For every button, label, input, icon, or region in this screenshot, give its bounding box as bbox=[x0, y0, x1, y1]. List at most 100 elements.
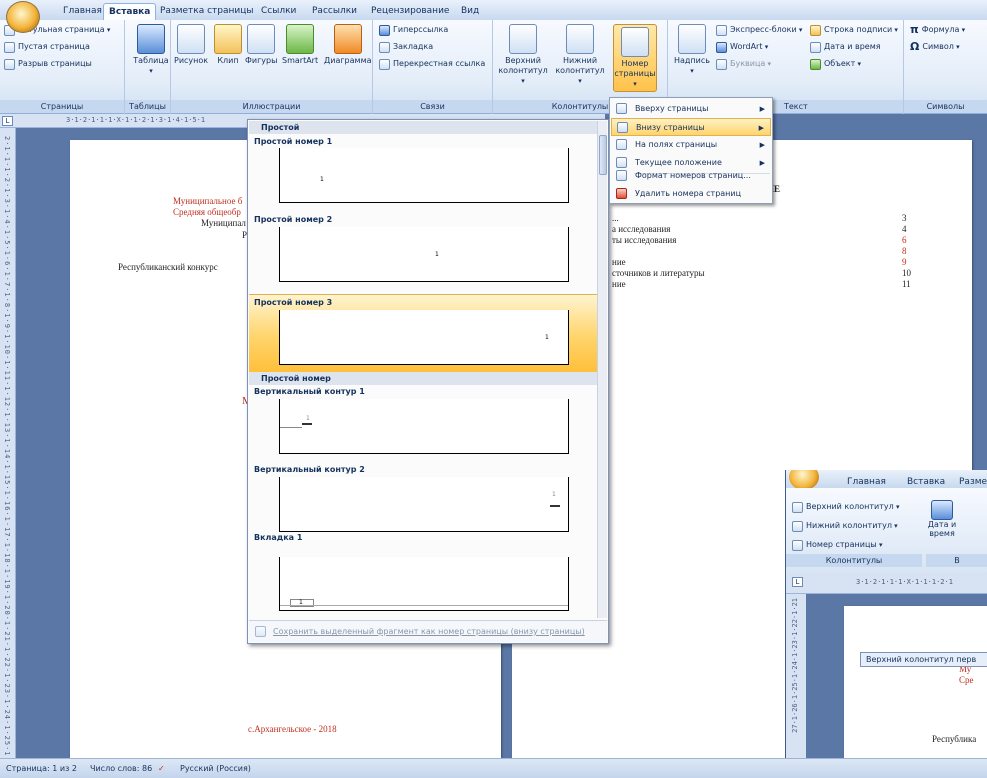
tab-insert[interactable]: Вставка bbox=[103, 3, 157, 20]
inset-page-number-button[interactable]: Номер страницы bbox=[792, 538, 882, 552]
gallery-section-simple-number: Простой номер bbox=[249, 372, 601, 385]
quick-parts-icon bbox=[716, 24, 727, 36]
hyperlink-icon bbox=[379, 24, 390, 36]
signature-icon bbox=[810, 24, 821, 36]
tab-page-layout[interactable]: Разметка страницы bbox=[155, 3, 259, 20]
page-number-icon bbox=[792, 539, 803, 551]
footer-icon bbox=[566, 24, 594, 54]
blank-page-button[interactable]: Пустая страница bbox=[4, 40, 90, 54]
page-break-button[interactable]: Разрыв страницы bbox=[4, 57, 92, 71]
inset-ruler: L 3·1·2·1·1·1·X·1·1·1·2·1 bbox=[786, 572, 987, 594]
org-line-3: Муниципал bbox=[201, 218, 246, 228]
org-line-1: Муниципальное б bbox=[173, 196, 243, 206]
vertical-ruler[interactable]: 2·1·1·1·2·1·3·1·4·1·5·1·6·1·7·1·8·1·9·1·… bbox=[0, 128, 16, 758]
spellcheck-icon[interactable]: ✓ bbox=[158, 759, 165, 778]
inset-header-button[interactable]: Верхний колонтитул bbox=[792, 500, 899, 514]
inset-screenshot: Главная Вставка Разме Верхний колонтитул… bbox=[785, 470, 987, 758]
gallery-scroll-thumb[interactable] bbox=[599, 135, 607, 175]
tables-group-label: Таблицы bbox=[125, 100, 170, 113]
tab-references[interactable]: Ссылки bbox=[256, 3, 301, 20]
toc-row: ты исследования 6 bbox=[612, 235, 907, 245]
inset-footer-button[interactable]: Нижний колонтитул bbox=[792, 519, 898, 533]
signature-line-button[interactable]: Строка подписи bbox=[810, 23, 898, 37]
tab-home[interactable]: Главная bbox=[58, 3, 107, 20]
save-selection-as-page-number-button[interactable]: Сохранить выделенный фрагмент как номер … bbox=[249, 620, 607, 642]
table-button[interactable]: Таблица bbox=[132, 24, 170, 76]
smartart-button[interactable]: SmartArt bbox=[282, 24, 318, 66]
smartart-icon bbox=[286, 24, 315, 54]
picture-button[interactable]: Рисунок bbox=[174, 24, 208, 66]
menu-item-format-page-numbers[interactable]: Формат номеров страниц... bbox=[611, 167, 771, 185]
menu-item-remove-page-numbers[interactable]: Удалить номера страниц bbox=[611, 185, 771, 203]
header-button[interactable]: Верхний колонтитул bbox=[498, 24, 548, 86]
save-gallery-icon bbox=[255, 626, 266, 637]
calendar-icon bbox=[931, 500, 953, 520]
contest-line: Республиканский конкурс bbox=[118, 262, 218, 272]
shapes-icon bbox=[247, 24, 276, 54]
footer-button[interactable]: Нижний колонтитул bbox=[555, 24, 605, 86]
equation-button[interactable]: π Формула bbox=[910, 23, 965, 37]
pi-icon: π bbox=[910, 23, 919, 36]
bookmark-button[interactable]: Закладка bbox=[379, 40, 433, 54]
object-button[interactable]: Объект bbox=[810, 57, 861, 71]
textbox-icon bbox=[678, 24, 706, 54]
wordart-button[interactable]: WordArt bbox=[716, 40, 768, 54]
gallery-item-title: Простой номер 1 bbox=[254, 137, 333, 146]
gallery-item-simple-2[interactable]: 1 bbox=[279, 227, 569, 282]
gallery-scrollbar[interactable] bbox=[597, 121, 607, 618]
inset-ribbon: Верхний колонтитул Нижний колонтитул Ном… bbox=[786, 488, 987, 572]
status-words[interactable]: Число слов: 86 bbox=[90, 759, 152, 778]
submenu-arrow-icon: ▶ bbox=[759, 105, 765, 113]
page-number-icon bbox=[621, 27, 649, 57]
status-language[interactable]: Русский (Россия) bbox=[180, 759, 251, 778]
inset-tab-selector[interactable]: L bbox=[792, 577, 803, 587]
tab-view[interactable]: Вид bbox=[456, 3, 484, 20]
gallery-item-title: Вертикальный контур 1 bbox=[254, 387, 365, 396]
gallery-section-simple: Простой bbox=[249, 121, 601, 134]
office-button[interactable] bbox=[6, 1, 40, 33]
textbox-button[interactable]: Надпись bbox=[672, 24, 712, 76]
gallery-item-simple-3[interactable]: 1 bbox=[279, 310, 569, 365]
gallery-item-tab-1[interactable]: 1 bbox=[279, 557, 569, 611]
toc-row: ние 9 bbox=[612, 257, 907, 267]
tab-rule bbox=[280, 605, 568, 606]
toc-row: ние 11 bbox=[612, 279, 911, 289]
menu-item-bottom-of-page[interactable]: Внизу страницы ▶ bbox=[611, 118, 771, 136]
dropcap-button[interactable]: Буквица bbox=[716, 57, 771, 71]
inset-date-button[interactable]: Дата и время bbox=[927, 500, 957, 548]
footer-icon bbox=[792, 520, 803, 532]
status-page[interactable]: Страница: 1 из 2 bbox=[6, 759, 77, 778]
date-time-button[interactable]: Дата и время bbox=[810, 40, 881, 54]
submenu-arrow-icon: ▶ bbox=[758, 124, 764, 132]
ribbon: Титульная страница Пустая страница Разры… bbox=[0, 20, 987, 114]
menu-item-page-margins[interactable]: На полях страницы ▶ bbox=[611, 136, 771, 154]
gallery-item-simple-1[interactable]: 1 bbox=[279, 148, 569, 203]
links-group-label: Связи bbox=[373, 100, 492, 113]
cross-reference-button[interactable]: Перекрестная ссылка bbox=[379, 57, 485, 71]
table-icon bbox=[137, 24, 165, 54]
quick-parts-button[interactable]: Экспресс-блоки bbox=[716, 23, 802, 37]
menu-item-top-of-page[interactable]: Вверху страницы ▶ bbox=[611, 100, 771, 118]
shapes-button[interactable]: Фигуры bbox=[245, 24, 277, 66]
page-number-gallery[interactable]: Простой Простой номер 1 1 Простой номер … bbox=[247, 119, 609, 644]
gallery-item-vertical-2[interactable]: 1 bbox=[279, 477, 569, 532]
hyperlink-button[interactable]: Гиперссылка bbox=[379, 23, 448, 37]
omega-icon: Ω bbox=[910, 40, 920, 53]
symbol-button[interactable]: Ω Символ bbox=[910, 40, 960, 54]
gallery-item-vertical-1[interactable]: 1 bbox=[279, 399, 569, 454]
bottom-of-page-icon bbox=[617, 122, 628, 133]
inset-page[interactable]: Му Сре Республика bbox=[844, 606, 987, 758]
chart-button[interactable]: Диаграмма bbox=[324, 24, 372, 66]
toc-row: 8 bbox=[902, 246, 907, 256]
page-break-icon bbox=[4, 58, 15, 70]
illustrations-group: Рисунок Клип Фигуры SmartArt Диаграмма И… bbox=[171, 20, 373, 114]
tab-selector-button[interactable]: L bbox=[2, 116, 13, 126]
tab-review[interactable]: Рецензирование bbox=[366, 3, 454, 20]
outline-bar bbox=[550, 505, 560, 507]
links-group: Гиперссылка Закладка Перекрестная ссылка… bbox=[373, 20, 493, 114]
inset-group-label: Колонтитулы bbox=[786, 554, 922, 567]
tab-mailings[interactable]: Рассылки bbox=[307, 3, 362, 20]
clip-button[interactable]: Клип bbox=[214, 24, 242, 66]
page-number-menu: Вверху страницы ▶ Внизу страницы ▶ На поля… bbox=[609, 97, 773, 204]
page-number-button[interactable]: Номер страницы bbox=[613, 24, 657, 92]
